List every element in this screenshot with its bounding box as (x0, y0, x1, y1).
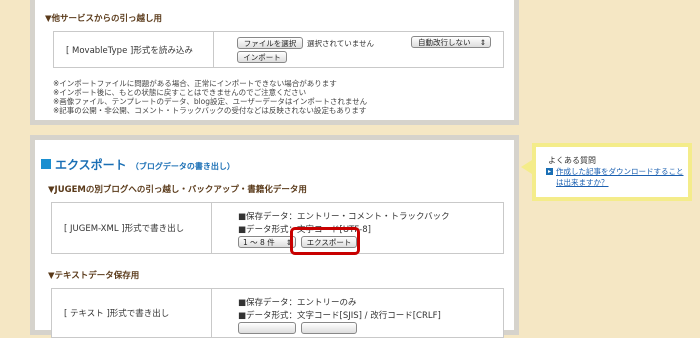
export-highlight-frame (290, 227, 360, 255)
chevron-down-icon: ⇕ (479, 38, 486, 47)
jugem-export-label: [ JUGEM-XML ]形式で書き出し (52, 203, 212, 253)
faq-bubble: よくある質問 ▸ 作成した記事をダウンロードすることは出来ますか？ (532, 143, 692, 201)
text-export-button[interactable] (301, 322, 357, 334)
text-range-select[interactable] (238, 322, 296, 334)
import-row-label: [ MovableType ]形式を読み込み (54, 32, 214, 67)
text-export-row: [ テキスト ]形式で書き出し ■保存データ：エントリーのみ ■データ形式：文字… (51, 288, 504, 338)
range-select[interactable]: 1 〜 8 件 ⇕ (238, 236, 296, 248)
import-note-4: ※記事の公開・非公開、コメント・トラックバックの受付などは反映されない設定もあり… (53, 106, 367, 115)
import-section-title: ▼他サービスからの引っ越し用 (45, 14, 163, 24)
import-note-3: ※画像ファイル、テンプレートのデータ、blog設定、ユーザーデータはインポートさ… (53, 97, 368, 106)
file-status: 選択されていません (307, 39, 375, 48)
section-marker-icon (41, 159, 51, 169)
choose-file-button[interactable]: ファイルを選択 (237, 37, 303, 49)
jugem-section-title: ▼JUGEMの別ブログへの引っ越し・バックアップ・書籍化データ用 (48, 185, 307, 195)
faq-title: よくある質問 (548, 156, 596, 165)
import-note-1: ※インポートファイルに問題がある場合、正常にインポートできない場合があります (53, 79, 337, 88)
jugem-data-info: ■保存データ：エントリー・コメント・トラックバック (238, 212, 450, 222)
import-note-2: ※インポート後に、もとの状態に戻すことはできませんのでご注意ください (53, 88, 307, 97)
export-heading-text: エクスポート (55, 158, 127, 172)
faq-link[interactable]: 作成した記事をダウンロードすることは出来ますか？ (556, 166, 684, 188)
text-format-info: ■データ形式：文字コード[SJIS] / 改行コード[CRLF] (238, 311, 441, 321)
import-row: [ MovableType ]形式を読み込み ファイルを選択 選択されていません… (53, 31, 504, 68)
import-button[interactable]: インポート (237, 51, 287, 63)
text-data-info: ■保存データ：エントリーのみ (238, 298, 357, 308)
jugem-export-row: [ JUGEM-XML ]形式で書き出し ■保存データ：エントリー・コメント・ト… (51, 202, 504, 254)
export-heading-sub: （ブログデータの書き出し） (130, 162, 235, 171)
arrow-right-icon: ▸ (546, 168, 553, 175)
linebreak-select[interactable]: 自動改行しない ⇕ (411, 36, 491, 48)
linebreak-select-value: 自動改行しない (418, 38, 471, 47)
text-section-title: ▼テキストデータ保存用 (48, 271, 140, 281)
text-export-label: [ テキスト ]形式で書き出し (52, 289, 212, 337)
export-heading: エクスポート （ブログデータの書き出し） (55, 156, 235, 173)
range-select-value: 1 〜 8 件 (243, 238, 275, 247)
export-panel: エクスポート （ブログデータの書き出し） ▼JUGEMの別ブログへの引っ越し・バ… (30, 135, 519, 338)
import-panel: ▼他サービスからの引っ越し用 [ MovableType ]形式を読み込み ファ… (30, 0, 519, 125)
faq-bubble-tail (521, 160, 532, 174)
